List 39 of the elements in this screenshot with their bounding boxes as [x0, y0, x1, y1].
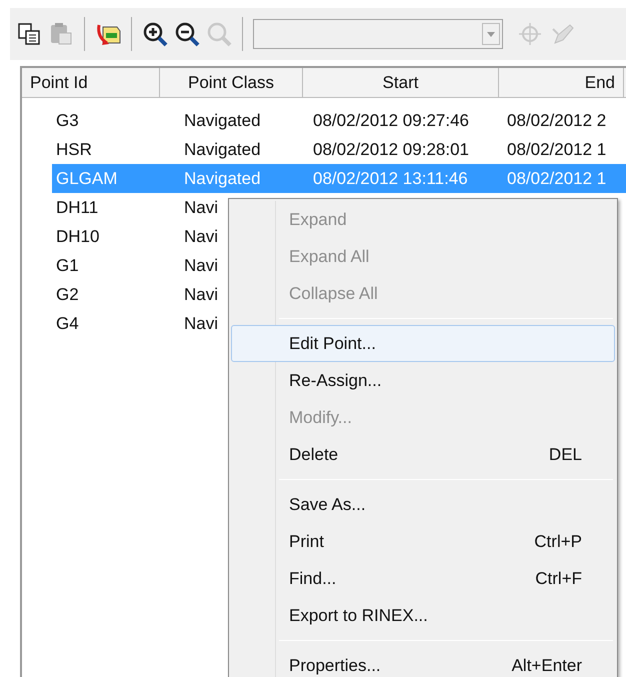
column-header[interactable]: Point Id: [22, 68, 160, 97]
table-cell: Navi: [184, 314, 218, 333]
table-cell: HSR: [56, 140, 92, 159]
table-cell: 08/02/2012 13:11:46: [313, 168, 468, 188]
table-cell: 08/02/2012 09:28:01: [313, 140, 469, 159]
copy-icon[interactable]: [16, 21, 42, 47]
table-cell: 08/02/2012 1: [507, 168, 606, 188]
table-row[interactable]: HSR Navigated 08/02/2012 09:28:01 08/02/2012 1: [22, 135, 626, 164]
table-cell: G4: [56, 314, 79, 333]
table-cell: DH10: [56, 226, 100, 246]
menu-item[interactable]: Export to RINEX...: [231, 597, 615, 634]
menu-item[interactable]: Save As...: [231, 486, 615, 523]
table-cell: G2: [56, 284, 79, 304]
zoom-out-icon[interactable]: [174, 21, 200, 47]
table-cell: Navi: [184, 226, 218, 246]
table-cell: Navi: [184, 284, 218, 304]
menu-item[interactable]: Properties... Alt+Enter: [231, 647, 615, 677]
column-header[interactable]: Point Class: [160, 68, 303, 97]
menu-item[interactable]: Edit Point...: [231, 325, 615, 362]
table-cell: G1: [56, 256, 79, 275]
table-cell: 08/02/2012 1: [507, 140, 606, 159]
table-cell: Navi: [184, 256, 218, 275]
menu-item[interactable]: Re-Assign...: [231, 362, 615, 399]
zoom-in-icon[interactable]: [142, 21, 168, 47]
table-cell: G3: [56, 110, 79, 130]
table-cell: 08/02/2012 09:27:46: [313, 110, 469, 130]
table-cell: 08/02/2012 2: [507, 110, 606, 130]
menu-item[interactable]: Delete DEL: [231, 436, 615, 473]
menu-item[interactable]: Find... Ctrl+F: [231, 560, 615, 597]
table-cell: GLGAM: [56, 168, 118, 188]
menu-item[interactable]: Print Ctrl+P: [231, 523, 615, 560]
table-cell: Navi: [184, 198, 218, 217]
table-cell: DH11: [56, 198, 98, 217]
table-cell: Navigated: [184, 110, 261, 130]
table-cell: Navigated: [184, 168, 261, 188]
table-row[interactable]: G3 Navigated 08/02/2012 09:27:46 08/02/2012 2: [22, 106, 626, 135]
column-header[interactable]: End: [499, 68, 624, 97]
column-header[interactable]: Start: [303, 68, 499, 97]
table-cell: Navigated: [184, 140, 261, 159]
